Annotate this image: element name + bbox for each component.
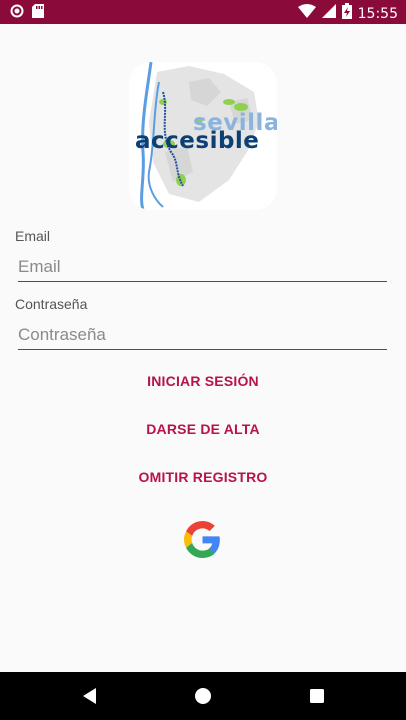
wifi-icon [297,4,316,23]
home-icon[interactable] [191,684,215,708]
signal-icon [321,4,336,23]
notification-icon [10,4,24,23]
google-signin-button[interactable] [184,521,221,558]
status-bar: 15:55 [0,0,406,24]
google-icon [184,521,220,558]
logo-text-accesible: accesible [135,128,260,154]
login-button[interactable]: INICIAR SESIÓN [0,373,406,389]
skip-registration-button[interactable]: OMITIR REGISTRO [0,469,406,485]
recents-icon[interactable] [305,684,329,708]
sd-card-icon [32,4,44,23]
status-time: 15:55 [357,5,398,22]
app-logo: sevilla accesible [129,62,277,210]
password-label: Contraseña [15,296,88,312]
navigation-bar [0,672,406,720]
email-field[interactable] [18,253,387,282]
battery-charging-icon [341,3,352,24]
email-label: Email [15,228,51,244]
signup-button[interactable]: DARSE DE ALTA [0,421,406,437]
password-field[interactable] [18,321,387,350]
back-icon[interactable] [78,684,102,708]
